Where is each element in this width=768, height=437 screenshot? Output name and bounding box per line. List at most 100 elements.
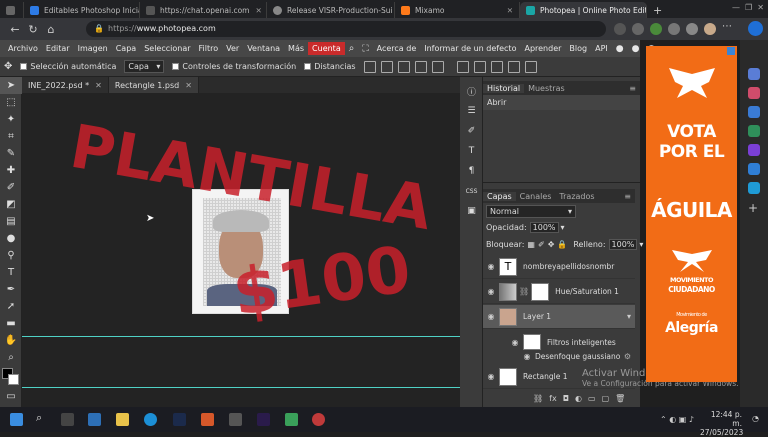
download-icon[interactable] bbox=[363, 60, 376, 73]
tab-strip-menu[interactable] bbox=[0, 2, 24, 18]
split-screen-icon[interactable] bbox=[686, 23, 698, 35]
menu-imagen[interactable]: Imagen bbox=[74, 44, 112, 53]
app-icon[interactable] bbox=[285, 413, 298, 426]
doc-tab-rectangle[interactable]: Rectangle 1.psd ✕ bbox=[108, 77, 199, 93]
sidebar-app-icon[interactable] bbox=[748, 144, 760, 156]
favorites-icon[interactable] bbox=[632, 23, 644, 35]
menu-ventana[interactable]: Ventana bbox=[243, 44, 284, 53]
close-icon[interactable]: ✕ bbox=[185, 81, 192, 90]
menu-mas[interactable]: Más bbox=[284, 44, 308, 53]
eye-icon[interactable]: ◉ bbox=[483, 312, 499, 321]
character-icon[interactable]: T bbox=[460, 141, 483, 161]
menu-filtro[interactable]: Filtro bbox=[195, 44, 223, 53]
close-icon[interactable]: ✕ bbox=[249, 6, 261, 15]
lock-move-icon[interactable]: ✥ bbox=[548, 240, 555, 249]
edge-icon[interactable] bbox=[144, 413, 157, 426]
task-view-icon[interactable] bbox=[61, 413, 74, 426]
brush-settings-icon[interactable]: ✐ bbox=[460, 121, 483, 141]
add-mask-icon[interactable]: ◘ bbox=[563, 394, 569, 403]
sidebar-app-icon[interactable] bbox=[748, 163, 760, 175]
blend-mode-dropdown[interactable]: Normal ▾ bbox=[486, 205, 576, 218]
home-icon[interactable]: ⌂ bbox=[42, 23, 60, 36]
layer-select-dropdown[interactable]: Capa ▾ bbox=[124, 60, 165, 73]
css-icon[interactable]: CSS bbox=[460, 181, 483, 201]
fullscreen-icon[interactable]: ⛶ bbox=[358, 44, 372, 54]
brush-tool-icon[interactable]: ✐ bbox=[0, 179, 22, 196]
distribute-horizontal-icon[interactable] bbox=[507, 60, 520, 73]
hand-tool-icon[interactable]: ✋ bbox=[0, 332, 22, 349]
distances-checkbox[interactable]: Distancias bbox=[304, 62, 356, 71]
gradient-tool-icon[interactable]: ▤ bbox=[0, 213, 22, 230]
eye-icon[interactable]: ◉ bbox=[483, 287, 499, 296]
chevron-down-icon[interactable]: ▾ bbox=[561, 223, 565, 232]
advertisement-banner[interactable]: VOTA POR EL ÁGUILA MOVIMIENTO CIUDADANO … bbox=[646, 46, 737, 382]
collections-icon[interactable] bbox=[668, 23, 680, 35]
new-layer-icon[interactable]: ▢ bbox=[602, 394, 610, 403]
browser-tab-1[interactable]: Editables Photoshop Iniciativ✕ bbox=[24, 2, 140, 18]
sidebar-app-icon[interactable] bbox=[748, 87, 760, 99]
eyedropper-icon[interactable]: ✎ bbox=[0, 145, 22, 162]
canvas-area[interactable]: PLANTILLA $100 ➤ bbox=[22, 93, 460, 407]
menu-capa[interactable]: Capa bbox=[112, 44, 140, 53]
fill-input[interactable]: 100% bbox=[608, 239, 638, 250]
eye-icon[interactable]: ◉ bbox=[483, 372, 499, 381]
info-icon[interactable]: ⓘ bbox=[460, 81, 483, 101]
align-top-icon[interactable] bbox=[380, 60, 393, 73]
sidebar-app-icon[interactable] bbox=[748, 125, 760, 137]
extension-icon[interactable] bbox=[650, 23, 662, 35]
profile-avatar[interactable] bbox=[704, 23, 716, 35]
menu-archivo[interactable]: Archivo bbox=[4, 44, 42, 53]
tab-muestras[interactable]: Muestras bbox=[524, 84, 569, 93]
align-center-icon[interactable] bbox=[456, 60, 469, 73]
filter-settings-icon[interactable]: ⚙ bbox=[624, 352, 631, 361]
bing-icon[interactable] bbox=[748, 21, 763, 36]
opacity-input[interactable]: 100% bbox=[529, 222, 559, 233]
close-icon[interactable]: ✕ bbox=[95, 81, 102, 90]
ad-choices-icon[interactable] bbox=[727, 47, 735, 55]
paragraph-icon[interactable]: ¶ bbox=[460, 161, 483, 181]
new-tab-button[interactable]: + bbox=[647, 2, 668, 18]
align-bottom-icon[interactable] bbox=[414, 60, 427, 73]
healing-brush-icon[interactable]: ✚ bbox=[0, 162, 22, 179]
type-tool-icon[interactable]: T bbox=[0, 264, 22, 281]
clock[interactable]: 12:44 p. m. 27/05/2023 bbox=[700, 410, 743, 437]
browser-tab-4[interactable]: Mixamo ✕ bbox=[395, 2, 520, 18]
move-tool-icon[interactable]: ➤ bbox=[0, 77, 22, 94]
premiere-icon[interactable] bbox=[257, 413, 270, 426]
eye-icon[interactable]: ◉ bbox=[483, 262, 499, 271]
browser-tab-3[interactable]: Release VISR-Production-Sui✕ bbox=[267, 2, 395, 18]
panel-menu-icon[interactable]: ≡ bbox=[629, 84, 636, 93]
menu-acerca-de[interactable]: Acerca de bbox=[373, 44, 421, 53]
align-right-icon[interactable] bbox=[473, 60, 486, 73]
layer-row-text[interactable]: ◉ T nombreyapellidosnombr bbox=[483, 255, 635, 279]
layer-row-layer1[interactable]: ◉ Layer 1 ▾ bbox=[483, 305, 635, 329]
tab-capas[interactable]: Capas bbox=[483, 191, 516, 201]
window-controls[interactable]: — ❐ ✕ bbox=[732, 3, 764, 12]
tab-canales[interactable]: Canales bbox=[516, 192, 556, 201]
background-color[interactable] bbox=[8, 374, 19, 385]
shape-tool-icon[interactable]: ▬ bbox=[0, 315, 22, 332]
url-field[interactable]: 🔒 https://www.photopea.com bbox=[86, 21, 606, 37]
adjustment-layer-icon[interactable]: ◐ bbox=[575, 394, 582, 403]
twitter-icon[interactable]: ● bbox=[628, 44, 644, 54]
eye-icon[interactable]: ◉ bbox=[519, 352, 535, 361]
tab-historial[interactable]: Historial bbox=[483, 83, 525, 93]
quick-mask-icon[interactable]: ▭ bbox=[0, 388, 22, 405]
app-icon[interactable] bbox=[201, 413, 214, 426]
layer-row-hue-saturation[interactable]: ◉ ⛓ Hue/Saturation 1 bbox=[483, 280, 635, 304]
dodge-tool-icon[interactable]: ⚲ bbox=[0, 247, 22, 264]
account-button[interactable]: Cuenta bbox=[308, 42, 345, 55]
crop-tool-icon[interactable]: ⌗ bbox=[0, 128, 22, 145]
chevron-down-icon[interactable]: ▾ bbox=[639, 240, 643, 249]
transform-controls-checkbox[interactable]: Controles de transformación bbox=[172, 62, 296, 71]
properties-icon[interactable]: ☰ bbox=[460, 101, 483, 121]
layer-effects-icon[interactable]: fx bbox=[549, 394, 557, 403]
delete-layer-icon[interactable]: 🗑 bbox=[615, 394, 625, 403]
sidebar-app-icon[interactable] bbox=[748, 182, 760, 194]
eraser-icon[interactable]: ◩ bbox=[0, 196, 22, 213]
color-swatches[interactable] bbox=[0, 366, 21, 388]
tray-icons[interactable]: ⌃ ◐ ▣ ♪ bbox=[660, 415, 694, 424]
search-icon[interactable]: ⌕ bbox=[36, 411, 49, 424]
menu-seleccionar[interactable]: Seleccionar bbox=[140, 44, 194, 53]
align-middle-icon[interactable] bbox=[397, 60, 410, 73]
